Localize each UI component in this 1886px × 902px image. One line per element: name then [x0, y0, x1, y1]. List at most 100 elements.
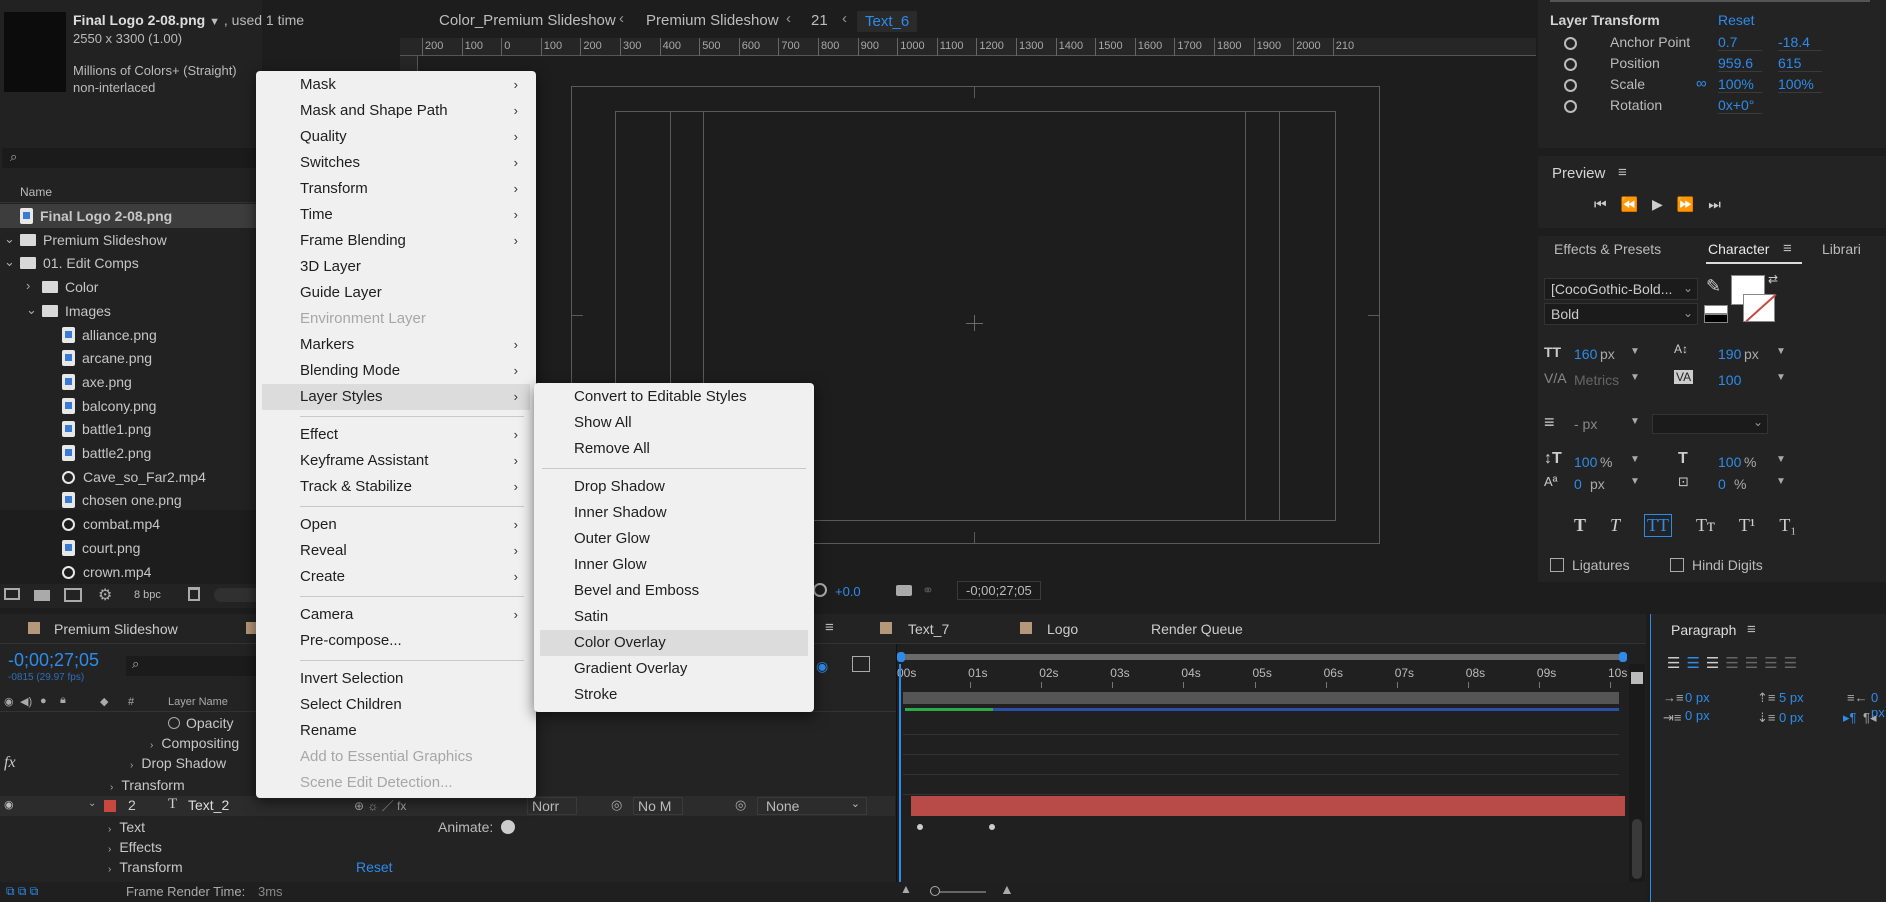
chevron-right-icon[interactable]: › [108, 864, 111, 875]
layer-name[interactable]: Text_2 [188, 797, 229, 813]
comp-flowchart-icon[interactable]: ⧉ ⧉ ⧉ [6, 884, 38, 899]
new-folder-icon[interactable] [34, 590, 50, 601]
menu-item-mask-and-shape-path[interactable]: Mask and Shape Path › [262, 98, 530, 124]
transform-reset-link[interactable]: Reset [1718, 12, 1755, 28]
interpret-footage-icon[interactable] [4, 588, 20, 600]
prop-transform[interactable]: Transform [121, 777, 184, 793]
zoom-slider[interactable] [930, 886, 986, 896]
chevron-right-icon[interactable]: › [130, 760, 133, 771]
menu-item-create[interactable]: Create › [262, 564, 530, 590]
menu-item-select-children[interactable]: Select Children [262, 692, 530, 718]
menu-item-remove-all[interactable]: Remove All [540, 436, 808, 462]
lock-icon[interactable]: 🔒︎ [60, 694, 66, 707]
show-snapshot-icon[interactable]: ⚭ [922, 582, 934, 599]
menu-item-camera[interactable]: Camera › [262, 602, 530, 628]
menu-item-quality[interactable]: Quality › [262, 124, 530, 150]
tab-render-queue[interactable]: Render Queue [1151, 621, 1243, 637]
baseline-shift-value[interactable]: 0 [1574, 476, 1582, 492]
chevron-right-icon[interactable]: › [108, 844, 111, 855]
track-matte-dropdown[interactable]: No M [633, 797, 683, 815]
justify-all-icon[interactable]: ☰ [1784, 655, 1803, 672]
tracking-value[interactable]: 100 [1718, 372, 1741, 388]
justify-right-icon[interactable]: ☰ [1764, 655, 1783, 672]
prop-compositing[interactable]: Compositing [161, 735, 239, 751]
bpc-label[interactable]: 8 bpc [134, 589, 161, 601]
direction-rtl-icon[interactable]: ¶◂ [1863, 710, 1877, 726]
chevron-down-icon[interactable]: ▼ [1630, 372, 1640, 383]
stopwatch-icon[interactable] [1564, 100, 1577, 113]
crumb-color-premium[interactable]: Color_Premium Slideshow [439, 12, 616, 29]
parent-pickwhip-icon[interactable]: ◎ [735, 797, 746, 813]
chevron-down-icon[interactable]: ▼ [1630, 476, 1640, 487]
menu-item-keyframe-assistant[interactable]: Keyframe Assistant › [262, 448, 530, 474]
chevron-down-icon[interactable]: ▼ [1776, 476, 1786, 487]
menu-item-gradient-overlay[interactable]: Gradient Overlay [540, 656, 808, 682]
time-ruler[interactable]: 00s 01s 02s 03s 04s 05s 06s 07s 08s 09s 10s [897, 664, 1627, 688]
horizontal-scale-value[interactable]: 100 [1718, 454, 1741, 470]
graph-editor-icon[interactable] [852, 656, 870, 672]
work-area-bar[interactable] [901, 654, 1625, 660]
menu-item-satin[interactable]: Satin [540, 604, 808, 630]
transform-anchor-point-x[interactable]: 0.7 [1718, 34, 1762, 51]
kerning-value[interactable]: Metrics [1574, 372, 1619, 388]
current-time-indicator[interactable] [899, 664, 901, 882]
next-frame-icon[interactable]: ⏩ [1677, 196, 1708, 212]
menu-item-reveal[interactable]: Reveal › [262, 538, 530, 564]
last-frame-icon[interactable]: ⏭ [1708, 196, 1735, 212]
transform-rotation-x[interactable]: 0x+0° [1718, 97, 1762, 114]
transform-position-y[interactable]: 615 [1778, 55, 1822, 72]
chevron-down-icon[interactable]: ▼ [1630, 346, 1640, 357]
menu-item-switches[interactable]: Switches › [262, 150, 530, 176]
hindi-digits-checkbox[interactable] [1670, 558, 1684, 572]
justify-left-icon[interactable]: ☰ [1725, 655, 1744, 672]
chevron-right-icon[interactable]: › [110, 782, 113, 793]
timeline-timecode[interactable]: -0;00;27;05 [8, 650, 99, 671]
new-comp-icon[interactable] [64, 588, 82, 602]
motion-blur-icon[interactable]: ◉ [816, 658, 828, 675]
menu-icon[interactable]: ≡ [1783, 240, 1792, 257]
viewer-timecode[interactable]: -0;00;27;05 [957, 581, 1041, 600]
chevron-down-icon[interactable]: ▼ [1630, 416, 1640, 427]
transform-scale-y[interactable]: 100% [1778, 76, 1822, 93]
menu-item-3d-layer[interactable]: 3D Layer [262, 254, 530, 280]
camera-icon[interactable] [896, 585, 912, 596]
first-frame-icon[interactable]: ⏮ [1594, 196, 1621, 212]
keyframe[interactable] [917, 824, 923, 830]
menu-item-color-overlay[interactable]: Color Overlay [540, 630, 808, 656]
tab-premium-slideshow[interactable]: Premium Slideshow [54, 621, 178, 637]
audio-icon[interactable]: ◀) [20, 695, 32, 708]
label-icon[interactable]: ◆ [100, 695, 108, 708]
menu-item-blending-mode[interactable]: Blending Mode › [262, 358, 530, 384]
chevron-right-icon[interactable]: › [150, 740, 153, 751]
space-before-value[interactable]: 5 px [1779, 690, 1804, 705]
parent-dropdown[interactable]: None ⌄ [757, 797, 867, 815]
stroke-width-value[interactable]: - px [1574, 416, 1597, 432]
menu-item-pre-compose[interactable]: Pre-compose... [262, 628, 530, 654]
menu-item-inner-shadow[interactable]: Inner Shadow [540, 500, 808, 526]
solo-icon[interactable]: ● [40, 695, 47, 707]
chevron-down-icon[interactable]: ▼ [1776, 372, 1786, 383]
vertical-scale-value[interactable]: 100 [1574, 454, 1597, 470]
menu-item-bevel-and-emboss[interactable]: Bevel and Emboss [540, 578, 808, 604]
menu-item-frame-blending[interactable]: Frame Blending › [262, 228, 530, 254]
chevron-down-icon[interactable]: ⌄ [4, 228, 15, 250]
menu-icon[interactable]: ≡ [1747, 621, 1756, 638]
fx-icon[interactable]: fx [4, 754, 16, 772]
font-size-value[interactable]: 160 [1574, 346, 1597, 362]
exposure-value[interactable]: +0.0 [835, 584, 861, 599]
column-name-header[interactable]: Name [20, 185, 52, 199]
align-center-icon[interactable]: ☰ [1686, 655, 1705, 672]
first-line-value[interactable]: 0 px [1685, 708, 1710, 723]
faux-bold-button[interactable]: T [1574, 515, 1586, 536]
chevron-down-icon[interactable]: ⌄ [26, 299, 37, 321]
project-scrollbar[interactable] [214, 588, 262, 602]
prop-transform-2[interactable]: Transform [119, 859, 182, 875]
eye-icon[interactable]: ◉ [4, 798, 14, 811]
menu-item-guide-layer[interactable]: Guide Layer [262, 280, 530, 306]
layer-row-text-2[interactable]: ◉ ⌄ 2 T Text_2 ⊕ ☼ ／ fx Norr ◎ No M ◎ No… [0, 796, 895, 816]
small-caps-button[interactable]: Tт [1696, 515, 1715, 536]
menu-item-drop-shadow[interactable]: Drop Shadow [540, 474, 808, 500]
chevron-right-icon[interactable]: › [26, 275, 30, 297]
default-colors-icon[interactable] [1704, 305, 1728, 323]
menu-item-layer-styles[interactable]: Layer Styles › [262, 384, 530, 410]
